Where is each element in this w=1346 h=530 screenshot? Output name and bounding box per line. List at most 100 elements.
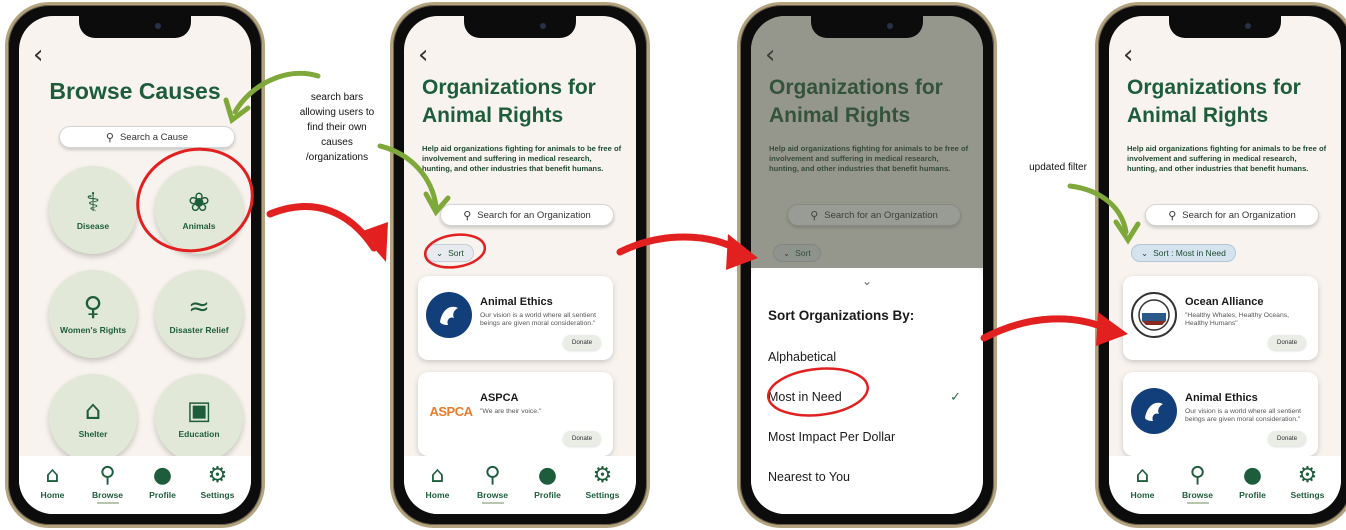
search-cause-input[interactable]: ⚲ Search a Cause [59, 126, 235, 148]
sort-label: Sort : Most in Need [1153, 248, 1226, 258]
search-icon: ⚲ [484, 463, 501, 488]
phone-notch [811, 16, 923, 38]
search-organization-input[interactable]: ⚲ Search for an Organization [1145, 204, 1319, 226]
bottom-tab-bar: ⌂ Home ⚲ Browse ● Profile ⚙ Settings [404, 456, 636, 514]
screen-sort-sheet: ‹ Organizations for Animal Rights Help a… [751, 16, 983, 514]
bottom-tab-bar: ⌂ Home ⚲ Browse ● Profile ⚙ Settings [1109, 456, 1341, 514]
tab-settings[interactable]: ⚙ Settings [190, 456, 245, 514]
red-arrow-1-head [360, 222, 388, 262]
tab-profile[interactable]: ● Profile [135, 456, 190, 514]
book-icon: ▣ [186, 396, 212, 426]
tab-profile[interactable]: ● Profile [1225, 456, 1280, 514]
phone-notch [79, 16, 191, 38]
sort-option-most-impact-per-dollar[interactable]: Most Impact Per Dollar [768, 430, 895, 444]
sort-option-alphabetical[interactable]: Alphabetical [768, 350, 836, 364]
tab-label: Settings [585, 490, 620, 500]
person-icon: ● [1242, 463, 1263, 488]
org-name: Ocean Alliance [1185, 296, 1264, 308]
donate-button[interactable]: Donate [563, 431, 601, 446]
page-description: Help aid organizations fighting for anim… [422, 144, 622, 173]
sort-bottom-sheet: ⌄ Sort Organizations By: Alphabetical Mo… [751, 268, 983, 514]
cause-education[interactable]: ▣ Education [155, 374, 243, 462]
tab-label: Home [40, 490, 65, 500]
cause-disaster-relief[interactable]: ≈ Disaster Relief [155, 270, 243, 358]
donate-button[interactable]: Donate [563, 335, 601, 350]
animal-ethics-logo-icon [1131, 388, 1177, 434]
aspca-logo-text: ASPCA [429, 403, 473, 419]
cause-label: Shelter [78, 429, 108, 439]
tab-label: Browse [91, 490, 124, 500]
active-tab-indicator [481, 502, 504, 504]
page-description: Help aid organizations fighting for anim… [1127, 144, 1327, 173]
cause-disease[interactable]: ⚕ Disease [49, 166, 137, 254]
tab-browse[interactable]: ⚲ Browse [80, 456, 135, 514]
modal-scrim[interactable] [751, 16, 983, 268]
female-symbol-icon: ♀ [83, 292, 103, 322]
cause-womens-rights[interactable]: ♀ Women's Rights [49, 270, 137, 358]
donate-button[interactable]: Donate [1268, 335, 1306, 350]
back-chevron-icon[interactable]: ‹ [33, 42, 43, 68]
annotation-filter-note: updated filter [1029, 162, 1087, 173]
search-placeholder: Search for an Organization [1182, 209, 1296, 221]
gear-icon: ⚙ [592, 463, 613, 488]
org-name: Animal Ethics [480, 296, 553, 308]
phone-notch [1169, 16, 1281, 38]
tab-label: Browse [476, 490, 509, 500]
search-icon: ⚲ [105, 131, 114, 144]
cause-label: Education [178, 429, 220, 439]
red-arrow-3 [980, 315, 1114, 342]
person-icon: ● [537, 463, 558, 488]
org-card-aspca[interactable]: ASPCA ASPCA "We are their voice." Donate [418, 372, 613, 456]
back-chevron-icon[interactable]: ‹ [418, 42, 428, 68]
page-title: Browse Causes [49, 78, 221, 104]
org-quote: "We are their voice." [480, 408, 542, 415]
tab-settings[interactable]: ⚙ Settings [575, 456, 630, 514]
screen-organizations: ‹ Organizations for Animal Rights Help a… [404, 16, 636, 514]
tab-home[interactable]: ⌂ Home [25, 456, 80, 514]
search-icon: ⚲ [1189, 463, 1206, 488]
org-card-animal-ethics[interactable]: Animal Ethics Our vision is a world wher… [1123, 372, 1318, 456]
org-card-animal-ethics[interactable]: Animal Ethics Our vision is a world wher… [418, 276, 613, 360]
cause-shelter[interactable]: ⌂ Shelter [49, 374, 137, 462]
tab-label: Settings [1290, 490, 1325, 500]
tab-settings[interactable]: ⚙ Settings [1280, 456, 1335, 514]
tab-browse[interactable]: ⚲ Browse [465, 456, 520, 514]
gear-icon: ⚙ [1297, 463, 1318, 488]
cause-label: Women's Rights [59, 325, 127, 335]
tab-home[interactable]: ⌂ Home [410, 456, 465, 514]
animal-ethics-logo-icon [1145, 402, 1163, 421]
chevron-down-icon: ⌄ [1141, 247, 1149, 258]
cause-animals[interactable]: ❀ Animals [155, 166, 243, 254]
tab-label: Browse [1181, 490, 1214, 500]
red-arrow-1 [266, 203, 378, 252]
active-tab-indicator [96, 502, 119, 504]
sort-button[interactable]: ⌄ Sort [426, 244, 474, 262]
aspca-logo: ASPCA [426, 388, 476, 434]
org-quote: "Healthy Whales, Healthy Oceans, Healthy… [1185, 312, 1290, 328]
search-placeholder: Search for an Organization [477, 209, 591, 221]
page-title: Organizations for Animal Rights [422, 76, 596, 127]
org-quote: Our vision is a world where all sentient… [480, 312, 596, 328]
tab-label: Profile [149, 490, 176, 500]
tab-label: Profile [534, 490, 561, 500]
org-name: Animal Ethics [1185, 392, 1258, 404]
phone-frame-sort-sheet: ‹ Organizations for Animal Rights Help a… [737, 2, 997, 528]
tab-profile[interactable]: ● Profile [520, 456, 575, 514]
phone-frame-updated-sort: ‹ Organizations for Animal Rights Help a… [1095, 2, 1346, 528]
search-organization-input[interactable]: ⚲ Search for an Organization [440, 204, 614, 226]
phone-frame-browse-causes: ‹ Browse Causes ⚲ Search a Cause ⚕ Disea… [5, 2, 265, 528]
donate-button[interactable]: Donate [1268, 431, 1306, 446]
tab-label: Home [425, 490, 450, 500]
sort-button[interactable]: ⌄ Sort : Most in Need [1131, 244, 1236, 262]
tab-label: Home [1130, 490, 1155, 500]
org-card-ocean-alliance[interactable]: Ocean Alliance "Healthy Whales, Healthy … [1123, 276, 1318, 360]
sort-option-nearest-to-you[interactable]: Nearest to You [768, 470, 850, 484]
tab-home[interactable]: ⌂ Home [1115, 456, 1170, 514]
sheet-collapse-chevron-icon[interactable]: ⌄ [862, 274, 872, 288]
sort-option-most-in-need[interactable]: Most in Need [768, 390, 842, 404]
checkmark-icon: ✓ [950, 390, 961, 405]
search-icon: ⚲ [463, 209, 472, 222]
back-chevron-icon[interactable]: ‹ [1123, 42, 1133, 68]
tab-browse[interactable]: ⚲ Browse [1170, 456, 1225, 514]
bottom-tab-bar: ⌂ Home ⚲ Browse ● Profile ⚙ Settings [19, 456, 251, 514]
